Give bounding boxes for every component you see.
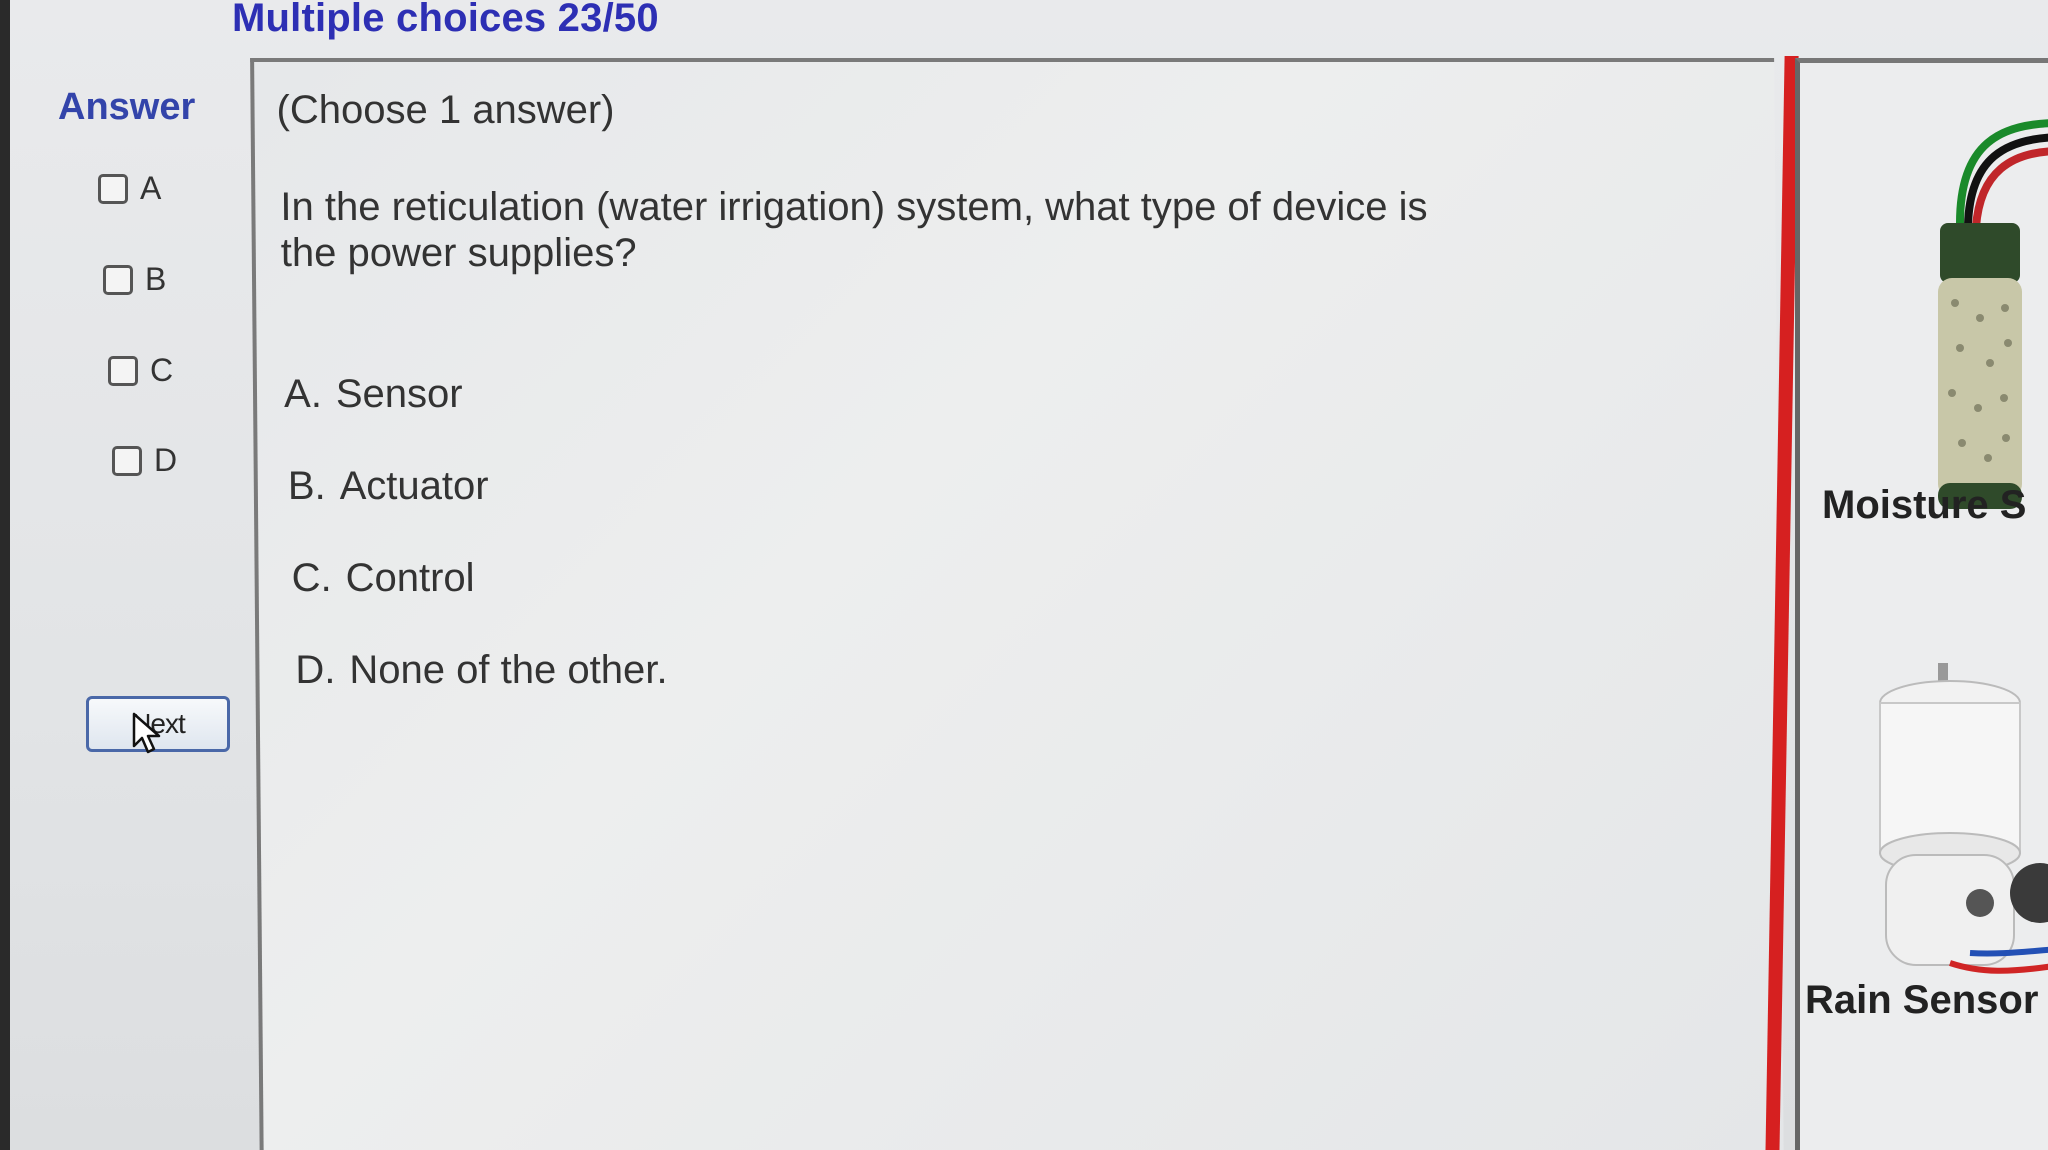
checkbox-c[interactable] (108, 355, 138, 386)
illustration-panel: Moisture S Rain Sensor (1795, 58, 2048, 1150)
option-c-letter: C. (291, 556, 332, 600)
answer-label: Answer (58, 86, 196, 128)
option-a: A. Sensor (284, 372, 463, 417)
answer-choice-d[interactable]: D (112, 442, 177, 479)
rain-sensor-label: Rain Sensor (1805, 978, 2039, 1022)
quiz-screen: Multiple choices 23/50 Answer A B C D Ne… (10, 0, 2048, 1150)
question-instruction: (Choose 1 answer) (276, 88, 615, 132)
option-d: D. None of the other. (295, 648, 667, 693)
mouse-cursor-icon (132, 712, 161, 754)
option-a-letter: A. (283, 372, 323, 416)
question-panel: (Choose 1 answer) In the reticulation (w… (250, 58, 1784, 1150)
checkbox-c-label: C (150, 352, 174, 388)
checkbox-a[interactable] (98, 173, 128, 204)
checkbox-a-label: A (140, 170, 162, 206)
answer-choice-b[interactable]: B (103, 261, 166, 298)
option-b-text: Actuator (339, 464, 489, 508)
moisture-sensor-image (1938, 119, 2048, 509)
checkbox-b[interactable] (103, 264, 133, 295)
option-c-text: Control (345, 556, 475, 600)
answer-choice-a[interactable]: A (98, 170, 161, 207)
option-c: C. Control (291, 556, 474, 601)
moisture-sensor-label: Moisture S (1822, 483, 2027, 527)
checkbox-d[interactable] (112, 445, 142, 476)
option-b: B. Actuator (288, 464, 489, 509)
option-a-text: Sensor (335, 372, 463, 416)
option-d-text: None of the other. (349, 648, 668, 692)
page-title: Multiple choices 23/50 (232, 0, 659, 40)
option-b-letter: B. (287, 464, 326, 508)
rain-sensor-image (1879, 663, 2048, 974)
checkbox-b-label: B (145, 261, 167, 297)
question-text: In the reticulation (water irrigation) s… (280, 185, 1428, 275)
option-d-letter: D. (295, 648, 336, 692)
answer-choice-c[interactable]: C (108, 352, 173, 389)
checkbox-d-label: D (154, 442, 178, 478)
